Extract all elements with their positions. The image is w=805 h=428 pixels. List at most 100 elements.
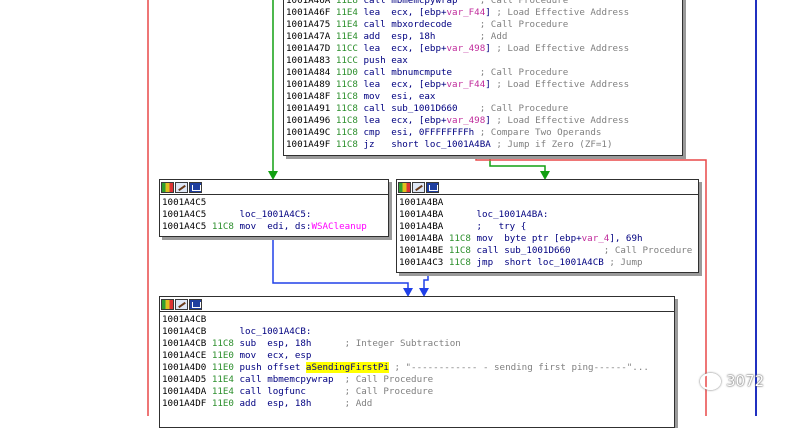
asm-operand-tail: ], 69h xyxy=(609,233,643,244)
asm-import: WSACleanup xyxy=(311,221,367,232)
asm-address: 1001A4CB xyxy=(162,338,207,349)
asm-operand: short loc_1001A4CB xyxy=(504,257,604,268)
asm-highlighted-symbol: aSendingFirstPi xyxy=(305,362,389,373)
asm-address: 1001A496 xyxy=(286,115,331,126)
asm-mnemonic: sub xyxy=(239,338,257,349)
asm-variable: var_4 xyxy=(581,233,610,244)
graph-overview-icon[interactable] xyxy=(426,181,439,193)
graph-overview-icon[interactable] xyxy=(189,298,202,310)
asm-operand: eax xyxy=(391,55,408,66)
code-lines: 1001A4CB 1001A4CB loc_1001A4CB: 1001A4CB 1… xyxy=(160,312,674,410)
asm-line[interactable]: 1001A483 11CC push eax xyxy=(286,55,679,67)
asm-operand: mbnumcmpute xyxy=(391,67,453,78)
block-toolbar xyxy=(160,297,674,312)
stack-pointer: 11C8 xyxy=(335,91,358,102)
stack-pointer: 11C8 xyxy=(448,233,471,244)
stack-pointer: 11E4 xyxy=(335,31,358,42)
asm-line[interactable]: 1001A489 11C8 lea ecx, [ebp+var_F44] ; L… xyxy=(286,79,679,91)
asm-mnemonic: push xyxy=(363,55,386,66)
asm-comment: ; Integer Subtraction xyxy=(344,338,461,349)
edit-icon[interactable] xyxy=(175,181,188,193)
asm-mnemonic: mov xyxy=(239,221,257,232)
asm-mnemonic: call xyxy=(363,67,386,78)
edit-icon[interactable] xyxy=(175,298,188,310)
asm-line[interactable]: 1001A49F 11C8 jz short loc_1001A4BA ; Ju… xyxy=(286,139,679,151)
asm-line[interactable]: 1001A4DA 11E4 call logfunc ; Call Proced… xyxy=(162,386,671,398)
asm-mnemonic: lea xyxy=(363,79,381,90)
code-block-loc-1001a4cb[interactable]: 1001A4CB 1001A4CB loc_1001A4CB: 1001A4CB 1… xyxy=(159,296,675,428)
asm-line[interactable]: 1001A4BA xyxy=(399,197,695,209)
asm-line[interactable]: 1001A47A 11E4 add esp, 18h ; Add xyxy=(286,31,679,43)
asm-line[interactable]: 1001A4BA ; try { xyxy=(399,221,695,233)
asm-comment: ; Load Effective Address xyxy=(496,7,630,18)
asm-label: loc_1001A4CB: xyxy=(239,326,312,337)
code-block-loc-1001a4ba[interactable]: 1001A4BA 1001A4BA loc_1001A4BA: 1001A4BA ;… xyxy=(396,179,699,273)
graph-overview-icon[interactable] xyxy=(189,181,202,193)
asm-mnemonic: call xyxy=(363,0,386,6)
asm-comment: ; Jump xyxy=(609,257,643,268)
asm-operand: offset xyxy=(267,362,306,373)
asm-comment: ; Call Procedure xyxy=(479,19,569,30)
stack-pointer: 11CC xyxy=(335,43,358,54)
code-block-top[interactable]: 1001A46A 11E8 call mbmemcpywrap ; Call P… xyxy=(283,0,683,156)
asm-comment: ; Call Procedure xyxy=(344,386,434,397)
asm-line[interactable]: 1001A4CB 11C8 sub esp, 18h ; Integer Sub… xyxy=(162,338,671,350)
stack-pointer: 11C8 xyxy=(448,245,471,256)
stack-pointer: 11E4 xyxy=(335,7,358,18)
chart-icon[interactable] xyxy=(161,181,174,193)
asm-line[interactable]: 1001A47D 11CC lea ecx, [ebp+var_498] ; L… xyxy=(286,43,679,55)
asm-line[interactable]: 1001A4C3 11C8 jmp short loc_1001A4CB ; J… xyxy=(399,257,695,269)
asm-line[interactable]: 1001A4CE 11E0 mov ecx, esp xyxy=(162,350,671,362)
stack-pointer: 11C8 xyxy=(211,338,234,349)
asm-operand: ecx, esp xyxy=(267,350,312,361)
asm-line[interactable]: 1001A4C5 xyxy=(162,197,385,209)
asm-line[interactable]: 1001A484 11D0 call mbnumcmpute ; Call Pr… xyxy=(286,67,679,79)
asm-line[interactable]: 1001A4CB xyxy=(162,314,671,326)
code-block-loc-1001a4c5[interactable]: 1001A4C5 1001A4C5 loc_1001A4C5: 1001A4C5 1… xyxy=(159,179,389,237)
asm-address: 1001A47A xyxy=(286,31,331,42)
stack-pointer: 11D0 xyxy=(335,67,358,78)
watermark-text: 3072 xyxy=(726,372,765,390)
asm-line[interactable]: 1001A475 11E4 call mbxordecode ; Call Pr… xyxy=(286,19,679,31)
asm-address: 1001A49C xyxy=(286,127,331,138)
asm-comment: ; Jump if Zero (ZF=1) xyxy=(496,139,613,150)
asm-line[interactable]: 1001A46F 11E4 lea ecx, [ebp+var_F44] ; L… xyxy=(286,7,679,19)
asm-line[interactable]: 1001A49C 11C8 cmp esi, 0FFFFFFFFh ; Comp… xyxy=(286,127,679,139)
asm-line[interactable]: 1001A46A 11E8 call mbmemcpywrap ; Call P… xyxy=(286,0,679,7)
asm-line[interactable]: 1001A4D0 11E0 push offset aSendingFirstP… xyxy=(162,362,671,374)
asm-variable: var_F44 xyxy=(446,79,486,90)
asm-operand: ecx, [ebp+ xyxy=(391,43,447,54)
asm-mnemonic: mov xyxy=(363,91,381,102)
asm-operand: esi, eax xyxy=(391,91,436,102)
asm-line[interactable]: 1001A4BA 11C8 mov byte ptr [ebp+var_4], … xyxy=(399,233,695,245)
watermark: 3072 xyxy=(700,372,764,390)
asm-comment: ; Call Procedure xyxy=(603,245,693,256)
asm-line[interactable]: 1001A496 11C8 lea ecx, [ebp+var_498] ; L… xyxy=(286,115,679,127)
asm-address: 1001A47D xyxy=(286,43,331,54)
asm-comment: ; Call Procedure xyxy=(479,103,569,114)
asm-mnemonic: jz xyxy=(363,139,375,150)
asm-line[interactable]: 1001A4D5 11E4 call mbmemcpywrap ; Call P… xyxy=(162,374,671,386)
asm-line[interactable]: 1001A4CB loc_1001A4CB: xyxy=(162,326,671,338)
asm-mnemonic: add xyxy=(363,31,381,42)
asm-address: 1001A4C5 xyxy=(162,209,207,220)
asm-mnemonic: call xyxy=(363,19,386,30)
stack-pointer: 11E8 xyxy=(335,0,358,6)
asm-line[interactable]: 1001A48F 11C8 mov esi, eax xyxy=(286,91,679,103)
stack-pointer: 11C8 xyxy=(335,127,358,138)
asm-mnemonic: add xyxy=(239,398,257,409)
chart-icon[interactable] xyxy=(161,298,174,310)
stack-pointer: 11C8 xyxy=(335,79,358,90)
asm-line[interactable]: 1001A4DF 11E0 add esp, 18h ; Add xyxy=(162,398,671,410)
edit-icon[interactable] xyxy=(412,181,425,193)
asm-comment: ; Compare Two Operands xyxy=(479,127,602,138)
asm-line[interactable]: 1001A4BE 11C8 call sub_1001D660 ; Call P… xyxy=(399,245,695,257)
asm-operand: mbmemcpywrap xyxy=(391,0,458,6)
chart-icon[interactable] xyxy=(398,181,411,193)
asm-line[interactable]: 1001A491 11C8 call sub_1001D660 ; Call P… xyxy=(286,103,679,115)
asm-operand-tail: ] xyxy=(485,115,491,126)
asm-line[interactable]: 1001A4C5 11C8 mov edi, ds:WSACleanup xyxy=(162,221,385,233)
stack-pointer: 11E0 xyxy=(211,362,234,373)
asm-line[interactable]: 1001A4C5 loc_1001A4C5: xyxy=(162,209,385,221)
asm-line[interactable]: 1001A4BA loc_1001A4BA: xyxy=(399,209,695,221)
